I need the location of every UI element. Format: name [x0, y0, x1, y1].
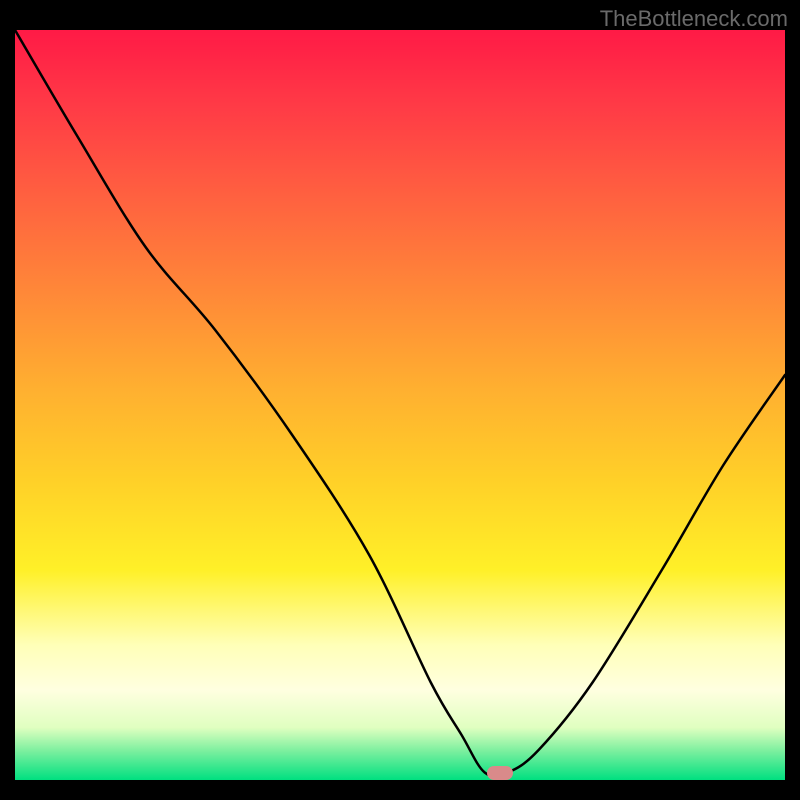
curve-svg [15, 30, 785, 780]
bottleneck-curve [15, 30, 785, 776]
optimum-marker [487, 766, 513, 780]
attribution-label: TheBottleneck.com [600, 6, 788, 32]
plot-area [15, 30, 785, 780]
